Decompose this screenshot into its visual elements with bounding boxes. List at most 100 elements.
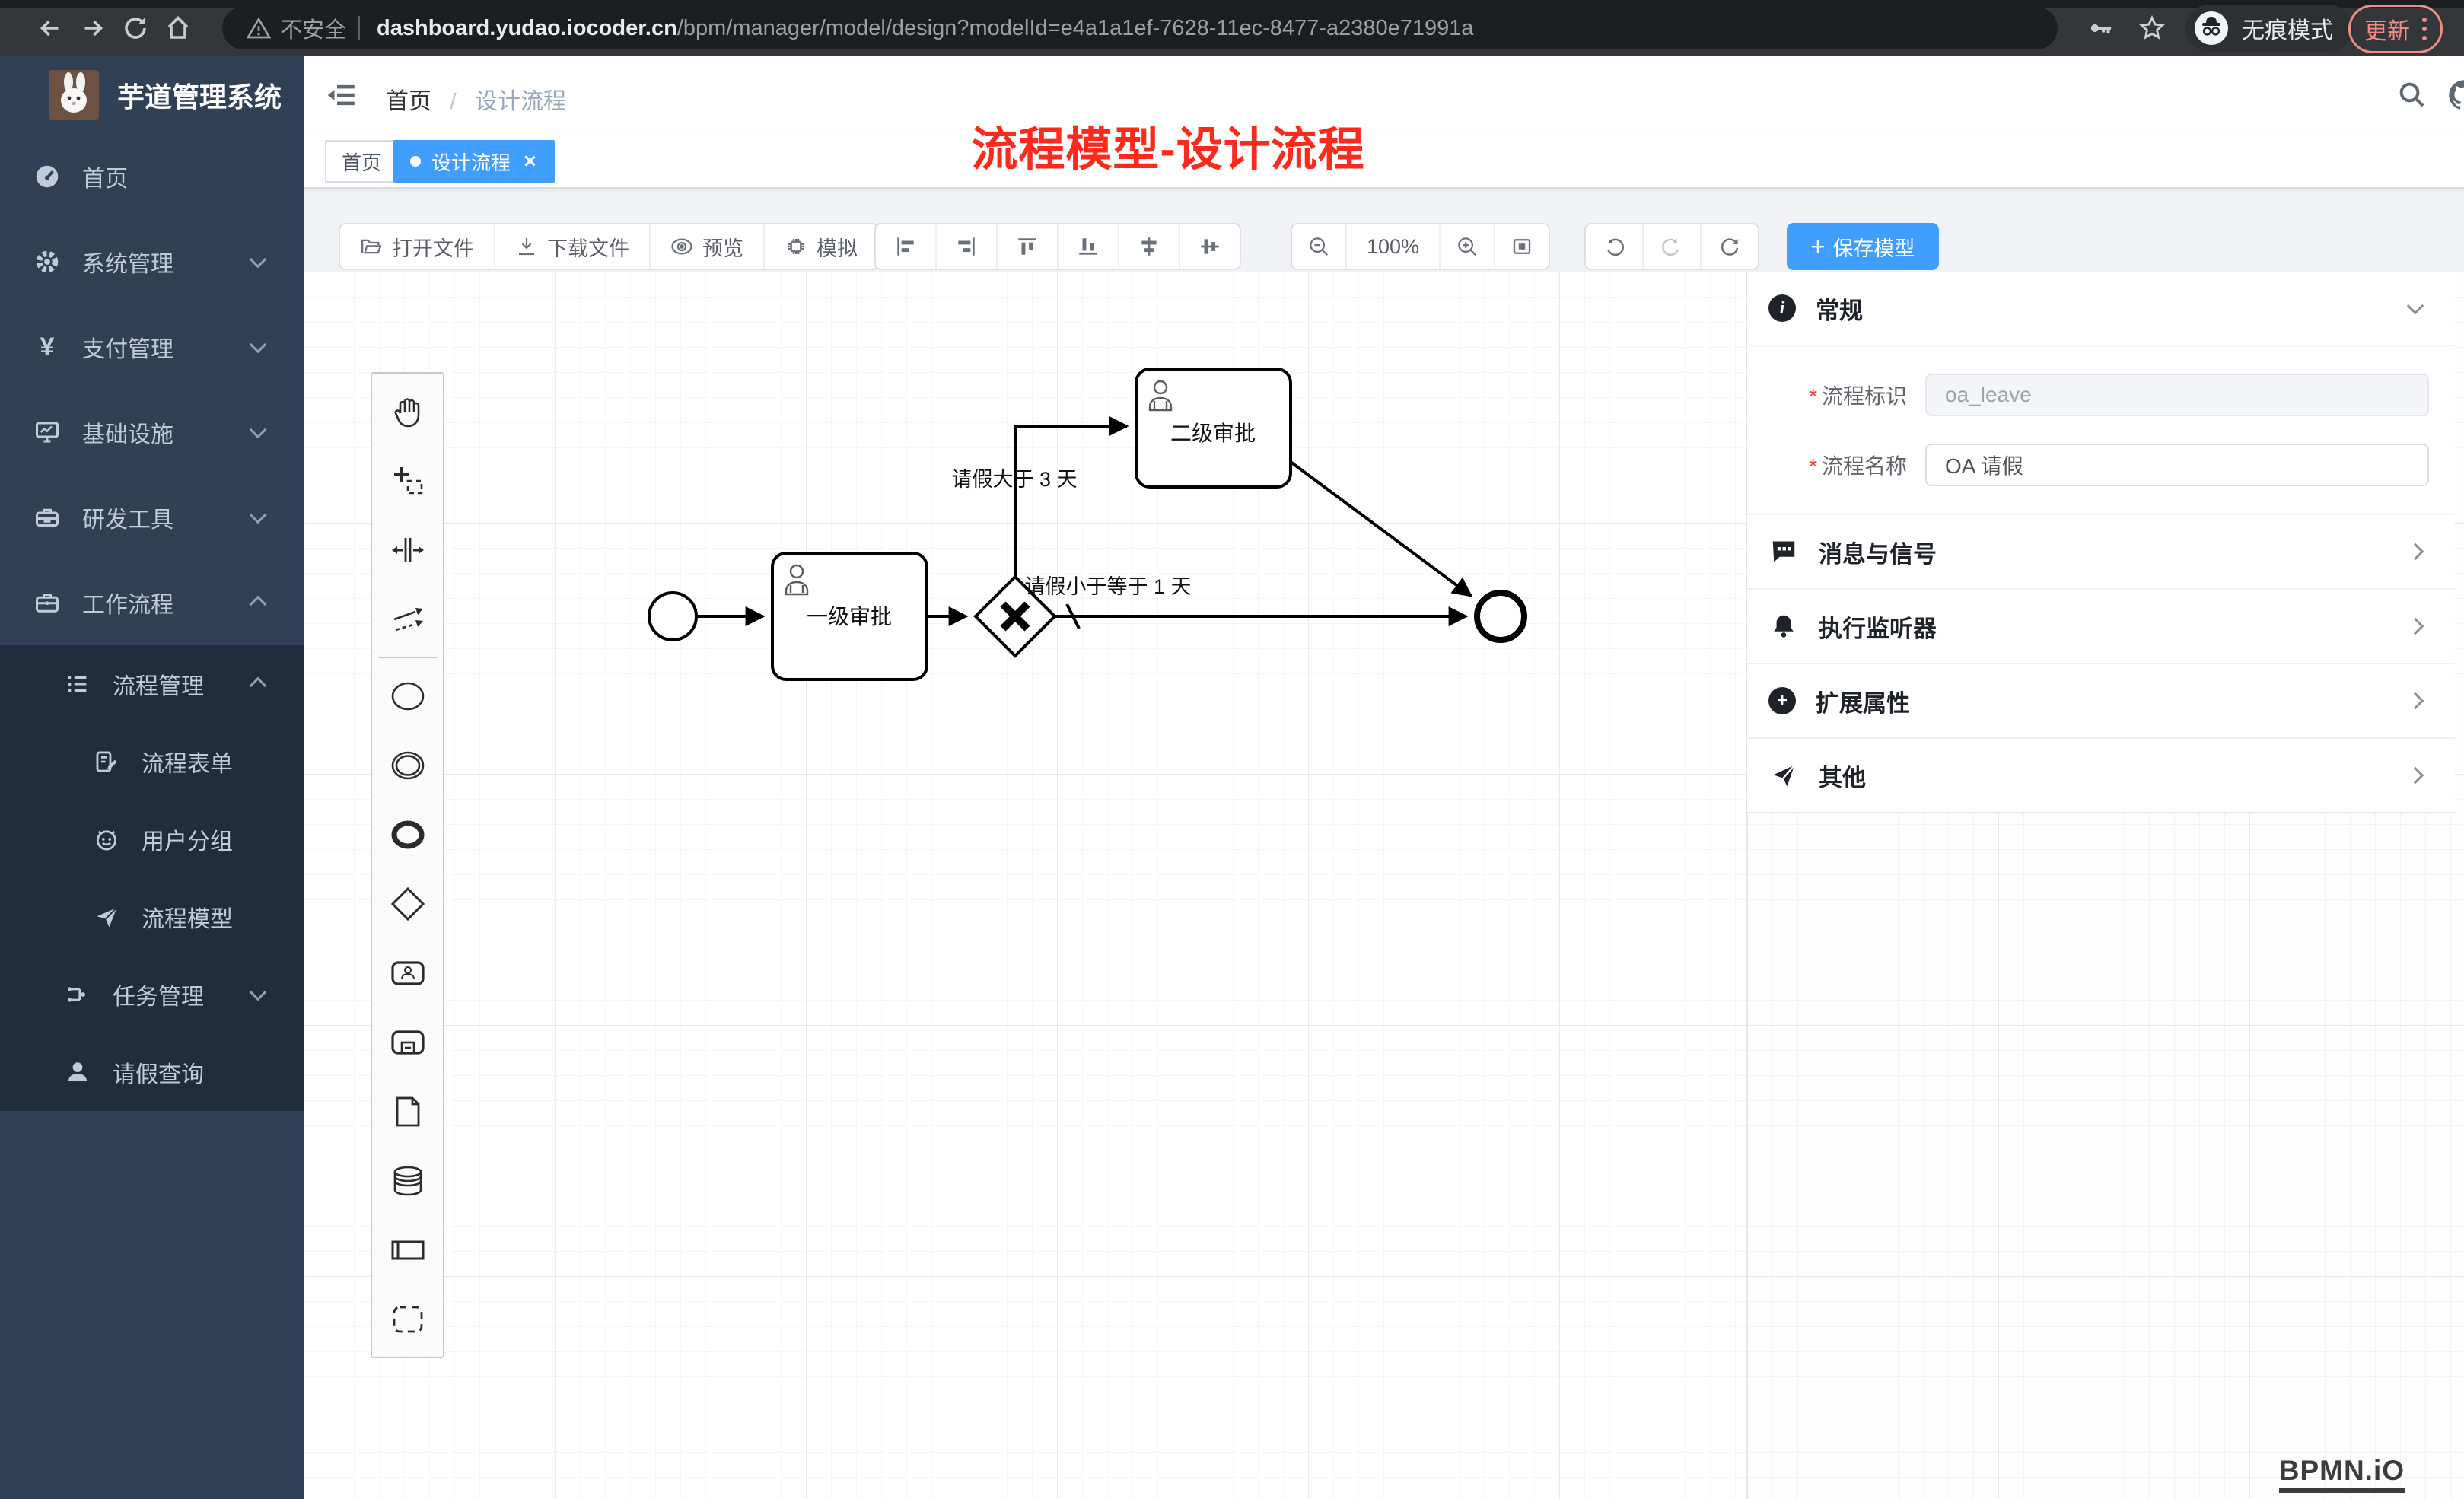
sidebar-item-label: 流程表单 [142,745,233,778]
update-label[interactable]: 更新 [2364,12,2410,46]
bookmark-star-icon[interactable] [2131,7,2173,49]
process-key-input[interactable] [1925,374,2429,416]
section-title: 执行监听器 [1819,609,1937,644]
forward-icon[interactable] [72,7,114,49]
chevron-down-icon [2407,298,2424,315]
search-icon[interactable] [2396,79,2427,110]
process-name-input[interactable] [1925,444,2429,486]
align-center-vertical-button[interactable] [1180,224,1240,269]
fit-viewport-button[interactable] [1495,224,1549,269]
github-icon[interactable] [2448,79,2464,111]
open-file-button[interactable]: 打开文件 [340,224,495,269]
sidebar-item-workflow[interactable]: 工作流程 [0,560,304,645]
sidebar-item-process-mgmt[interactable]: 流程管理 [0,645,304,723]
list-tree-icon [62,671,93,697]
section-general[interactable]: i 常规 [1747,272,2455,346]
field-label: 流程名称 [1822,454,1907,478]
section-title: 其他 [1819,759,1866,793]
save-model-button[interactable]: + 保存模型 [1787,223,1939,270]
sidebar-item-home[interactable]: 首页 [0,134,304,219]
flow-gateway-to-task2[interactable] [1015,426,1127,577]
security-label[interactable]: 不安全 [280,12,346,44]
sidebar-item-label: 用户分组 [142,823,233,856]
zoom-out-button[interactable] [1292,224,1347,269]
section-extension-attrs[interactable]: + 扩展属性 [1747,664,2455,739]
toolbox-icon [32,504,62,531]
sidebar-item-process-model[interactable]: 流程模型 [0,878,304,956]
chevron-right-icon [2407,543,2424,561]
chevron-up-icon [250,596,267,613]
flow-task2-to-end[interactable] [1291,462,1471,596]
align-center-horizontal-button[interactable] [1119,224,1180,269]
browser-menu-icon[interactable] [2422,18,2427,40]
gear-icon [32,248,62,275]
general-form: *流程标识 *流程名称 [1747,346,2455,515]
align-top-button[interactable] [998,224,1059,269]
tab-label: 设计流程 [431,148,511,176]
menu-fold-icon[interactable] [326,79,358,111]
align-bottom-button[interactable] [1059,224,1119,269]
app-avatar [49,70,99,120]
sidebar-item-infra[interactable]: 基础设施 [0,390,304,475]
sidebar-item-leave-query[interactable]: 请假查询 [0,1033,304,1111]
sidebar-item-process-form[interactable]: 流程表单 [0,723,304,800]
download-file-button[interactable]: 下载文件 [495,224,651,269]
incognito-icon [2193,10,2230,46]
update-button[interactable]: 更新 [2348,5,2443,53]
workflow-submenu: 流程管理 流程表单 用户分组 流程模型 任务管 [0,645,304,1111]
close-icon[interactable] [521,153,538,170]
section-other[interactable]: 其他 [1747,739,2455,812]
sidebar-item-system[interactable]: 系统管理 [0,219,304,304]
sidebar-item-label: 任务管理 [113,978,204,1011]
url-bar[interactable]: 不安全 dashboard.yudao.iocoder.cn/bpm/manag… [222,7,2058,49]
sidebar-item-payment[interactable]: ¥ 支付管理 [0,304,304,390]
section-title: 常规 [1816,291,1863,326]
app-logo[interactable]: 芋道管理系统 [0,56,304,134]
page: 不安全 dashboard.yudao.iocoder.cn/bpm/manag… [0,0,2464,1499]
zoom-out-icon [1307,235,1330,258]
home-icon[interactable] [157,7,199,49]
paper-plane-icon [91,904,122,930]
zoom-in-button[interactable] [1441,224,1495,269]
section-execution-listener[interactable]: 执行监听器 [1747,590,2455,664]
sidebar-item-user-group[interactable]: 用户分组 [0,800,304,878]
breadcrumb-home[interactable]: 首页 [386,89,431,114]
bpmn-io-logo[interactable]: BPMN.iO [2279,1455,2405,1493]
chevron-down-icon [250,984,267,1001]
security-warning-icon[interactable] [247,16,271,40]
align-right-button[interactable] [937,224,998,269]
preview-eye-icon [670,235,693,258]
chevron-up-icon [250,677,267,695]
download-icon [515,235,538,258]
start-event[interactable] [649,593,696,640]
sidebar-item-devtools[interactable]: 研发工具 [0,475,304,560]
plus-circle-icon: + [1768,687,1796,714]
key-icon[interactable] [2079,7,2122,49]
flow-label-gt3: 请假大于 3 天 [951,468,1077,491]
monitor-icon [32,419,62,446]
redo-button[interactable] [1644,224,1702,269]
reset-button[interactable] [1702,224,1758,269]
zoom-level: 100% [1347,224,1441,269]
app-title: 芋道管理系统 [117,75,282,115]
chip-icon [785,235,807,258]
end-event[interactable] [1477,593,1524,640]
simulate-button[interactable]: 模拟 [765,224,877,269]
reload-icon[interactable] [114,7,157,49]
tab-design-process[interactable]: 设计流程 [393,140,555,183]
section-title: 消息与信号 [1819,535,1937,569]
preview-button[interactable]: 预览 [651,224,765,269]
tab-home[interactable]: 首页 [325,140,398,183]
breadcrumb: 首页 / 设计流程 [386,82,566,116]
undo-button[interactable] [1586,224,1644,269]
sidebar-item-task-mgmt[interactable]: 任务管理 [0,956,304,1033]
section-message-signal[interactable]: 消息与信号 [1747,515,2455,590]
back-icon[interactable] [29,7,72,49]
align-left-button[interactable] [876,224,937,269]
sidebar-item-label: 基础设施 [82,415,173,449]
browser-nav [29,7,199,49]
sidebar-item-label: 流程管理 [113,667,204,701]
sidebar-item-label: 研发工具 [82,501,173,534]
org-flag-icon [62,982,93,1007]
chevron-down-icon [250,507,267,524]
